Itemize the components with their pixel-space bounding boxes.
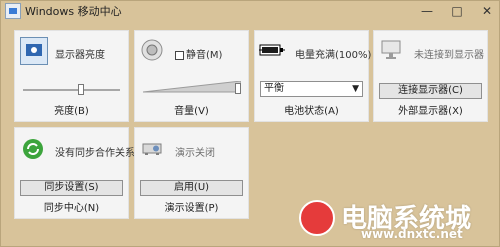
monitor-icon (378, 37, 404, 63)
power-plan-select[interactable]: 平衡 ▼ (260, 81, 363, 97)
watermark-url: www.dnxtc.net (361, 227, 463, 241)
display-icon (20, 37, 48, 65)
presentation-label: 演示关闭 (175, 148, 215, 159)
mute-checkbox[interactable] (175, 50, 184, 60)
brightness-label: 显示器亮度 (55, 50, 105, 61)
battery-caption: 电池状态(A) (284, 106, 339, 117)
brightness-slider-track[interactable] (23, 89, 120, 91)
tile-battery: 电量充满(100%) 平衡 ▼ 电池状态(A) (254, 30, 372, 122)
battery-label: 电量充满(100%) (295, 50, 372, 61)
mute-checkbox-label[interactable]: 静音(M) (175, 46, 222, 61)
brightness-caption: 亮度(B) (54, 106, 89, 117)
maximize-icon[interactable]: □ (449, 3, 465, 19)
tile-presentation: 演示关闭 启用(U) 演示设置(P) (134, 127, 249, 219)
sync-label: 没有同步合作关系 (55, 148, 135, 159)
chevron-down-icon: ▼ (352, 84, 359, 94)
sync-caption: 同步中心(N) (43, 203, 100, 214)
speaker-icon (139, 37, 165, 63)
external-display-caption: 外部显示器(X) (398, 106, 463, 117)
sync-settings-button[interactable]: 同步设置(S) (20, 180, 123, 196)
title-bar: Windows 移动中心 — □ ✕ (1, 1, 500, 21)
mobility-center-icon (5, 3, 21, 19)
tile-volume: 静音(M) 音量(V) (134, 30, 249, 122)
tile-external-display: 未连接到显示器 连接显示器(C) 外部显示器(X) (373, 30, 488, 122)
power-plan-value: 平衡 (264, 83, 284, 94)
window-controls: — □ ✕ (419, 3, 495, 19)
presentation-caption: 演示设置(P) (164, 203, 219, 214)
volume-slider-thumb[interactable] (235, 83, 241, 94)
window-title: Windows 移动中心 (25, 5, 122, 18)
external-display-label: 未连接到显示器 (414, 50, 484, 61)
watermark-logo-icon (299, 200, 335, 236)
tile-sync-center: 没有同步合作关系 同步设置(S) 同步中心(N) (14, 127, 135, 219)
sync-icon (20, 136, 46, 162)
tile-display-brightness: 显示器亮度 亮度(B) (14, 30, 129, 122)
volume-caption: 音量(V) (174, 106, 209, 117)
volume-slider[interactable] (142, 80, 242, 93)
battery-icon (259, 37, 285, 63)
connect-display-button[interactable]: 连接显示器(C) (379, 83, 482, 99)
minimize-icon[interactable]: — (419, 3, 435, 19)
watermark: 电脑系统城 www.dnxtc.net (291, 192, 491, 242)
enable-presentation-button[interactable]: 启用(U) (140, 180, 243, 196)
projector-icon (140, 136, 166, 162)
mute-label: 静音(M) (186, 50, 223, 61)
mobility-center-window: Windows 移动中心 — □ ✕ 显示器亮度 亮度(B) 静音(M) 音量(… (0, 0, 500, 247)
close-icon[interactable]: ✕ (479, 3, 495, 19)
brightness-slider-thumb[interactable] (78, 84, 84, 95)
